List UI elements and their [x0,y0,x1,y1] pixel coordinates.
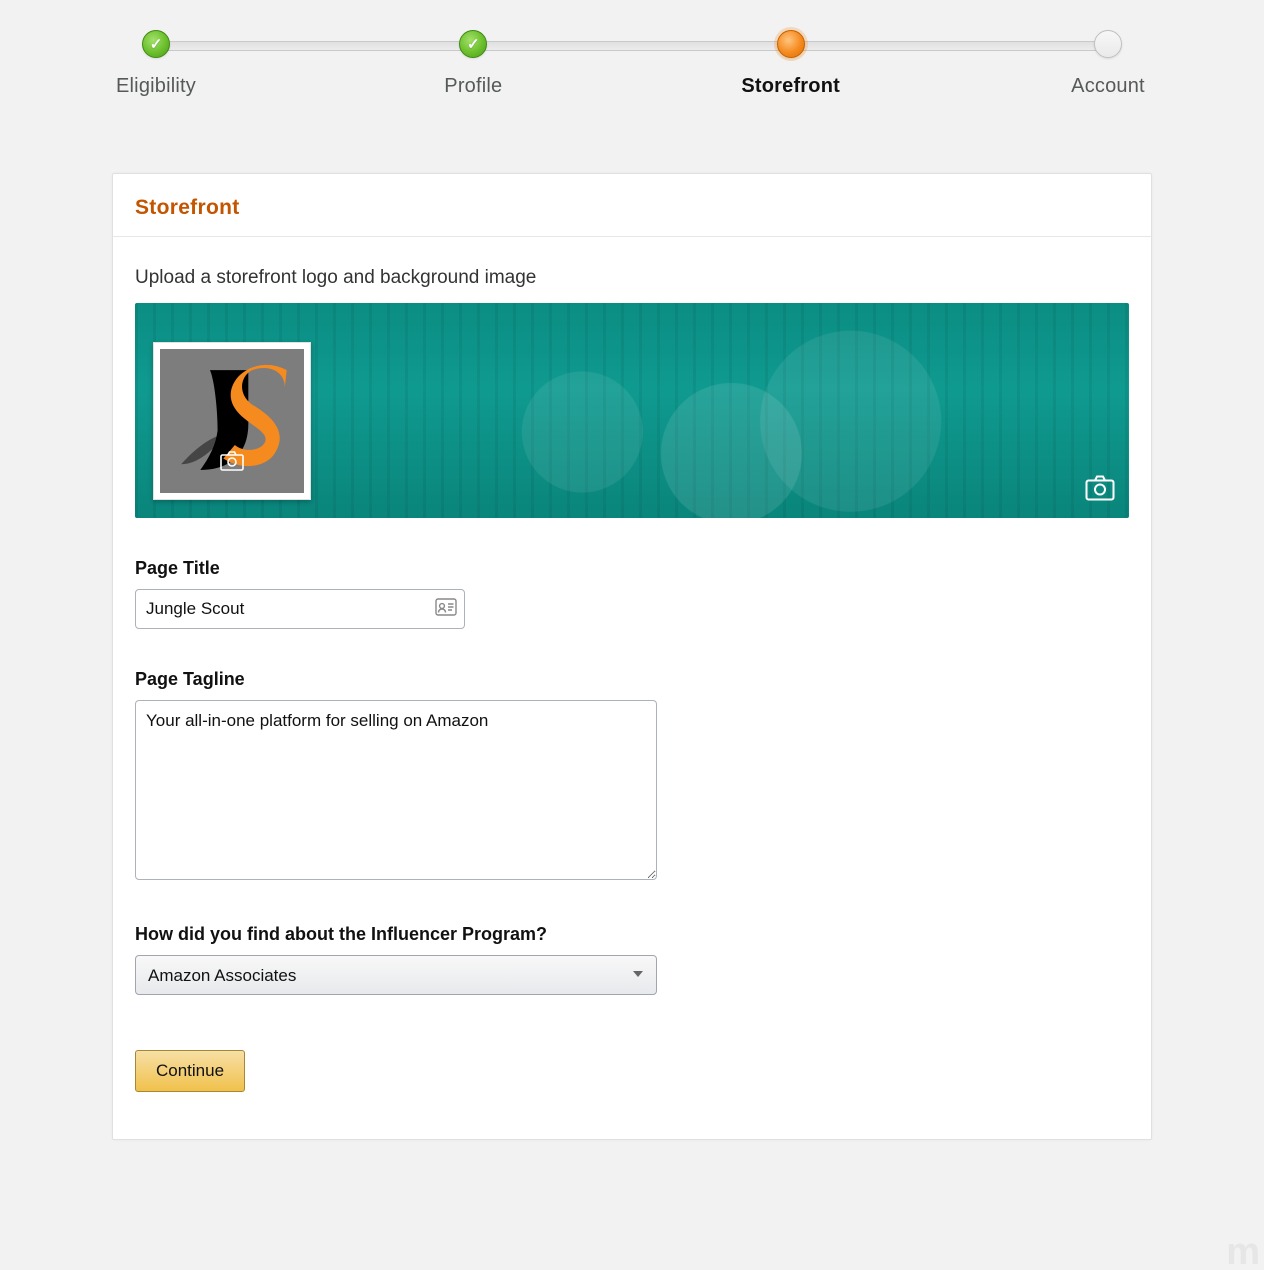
step-done-icon [142,30,170,58]
page-tagline-textarea[interactable] [135,700,657,880]
step-account: Account [1094,30,1122,58]
step-label: Account [1071,75,1145,98]
change-banner-button[interactable] [1083,473,1117,506]
find-about-select[interactable]: Amazon Associates [135,955,657,995]
step-storefront: Storefront [777,30,805,58]
upload-instruction: Upload a storefront logo and background … [135,267,1129,289]
step-label: Eligibility [116,75,196,98]
step-label: Profile [444,75,502,98]
page-tagline-label: Page Tagline [135,669,1129,690]
camera-icon [1085,489,1115,504]
stepper-track [154,41,1110,51]
find-about-label: How did you find about the Influencer Pr… [135,924,1129,945]
storefront-card: Storefront Upload a storefront logo and … [112,173,1152,1140]
banner-preview [135,303,1129,518]
card-title: Storefront [113,174,1151,237]
logo-preview [160,349,304,493]
progress-stepper: Eligibility Profile Storefront Account [142,30,1122,58]
step-upcoming-icon [1094,30,1122,58]
logo-tile[interactable] [153,342,311,500]
camera-icon [220,451,244,475]
step-done-icon [459,30,487,58]
page-title-label: Page Title [135,558,1129,579]
step-current-icon [777,30,805,58]
continue-button[interactable]: Continue [135,1050,245,1092]
page-title-input[interactable] [135,589,465,629]
step-label: Storefront [741,75,840,98]
step-eligibility: Eligibility [142,30,170,58]
step-profile: Profile [459,30,487,58]
